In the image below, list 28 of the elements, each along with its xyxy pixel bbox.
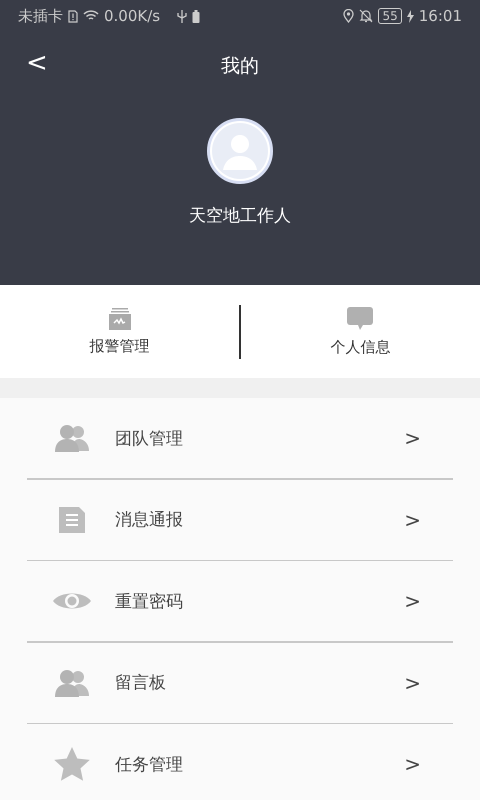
people-icon [54,424,90,452]
carrier-text: 未插卡 [18,6,63,26]
user-name: 天空地工作人 [189,205,291,227]
document-icon [57,504,87,534]
alarm-box-icon [108,307,132,331]
quick-action-button[interactable]: 个人信息 [240,300,480,363]
chat-bubble-icon [346,306,374,332]
menu-item[interactable]: 留言板 > [27,642,453,722]
network-speed-text: 0.00K/s [104,7,160,25]
clock-text: 16:01 [418,7,462,25]
page-title: 我的 [221,54,259,79]
usb-icon [177,10,188,22]
back-button[interactable]: < [20,46,54,80]
menu-item[interactable]: 消息通报 > [27,480,453,560]
location-icon [343,9,354,23]
quick-action-button[interactable]: 报警管理 [0,301,240,362]
menu-item[interactable]: 团队管理 > [27,398,453,478]
menu-item[interactable]: 重置密码 > [27,561,453,641]
bell-muted-icon [359,9,374,23]
star-icon [53,746,91,782]
sim-alert-icon [68,10,78,22]
people-icon [54,668,90,696]
avatar-icon [207,118,273,184]
wifi-icon [83,10,99,22]
menu-item[interactable]: 任务管理 > [27,724,453,800]
battery-icon [192,10,200,22]
battery-level-text: 55 [378,8,402,24]
charging-icon [406,10,414,22]
